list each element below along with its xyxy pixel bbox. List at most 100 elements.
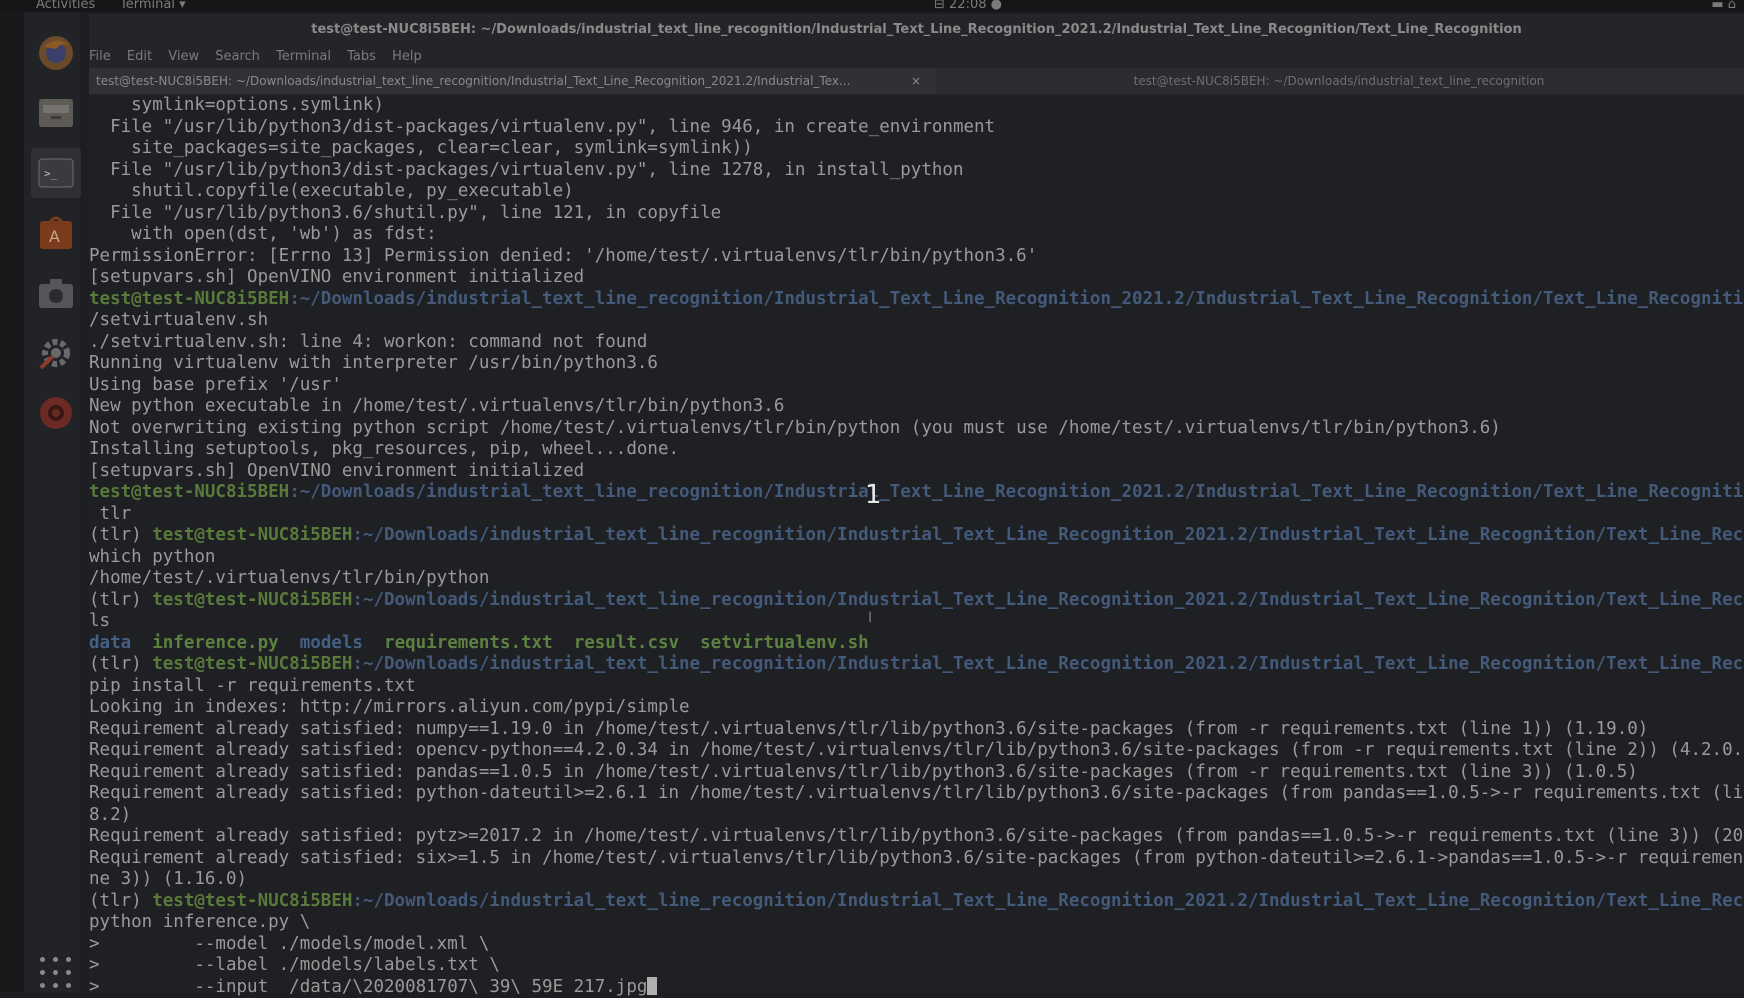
output-line: Requirement already satisfied: pandas==1… <box>89 761 1638 782</box>
terminal-icon[interactable]: >_ <box>31 148 81 198</box>
output-line: ./setvirtualenv.sh: line 4: workon: comm… <box>89 331 648 352</box>
venv-indicator: (tlr) <box>89 890 153 911</box>
output-line: Requirement already satisfied: pytz>=201… <box>89 826 1744 846</box>
prompt-path: :~/Downloads/industrial_text_line_recogn… <box>352 890 1744 911</box>
prompt-path: :~/Downloads/industrial_text_line_recogn… <box>352 654 1744 674</box>
output-line: Requirement already satisfied: opencv-py… <box>89 740 1744 760</box>
dir-entry: models <box>299 632 363 653</box>
venv-indicator: (tlr) <box>89 654 153 674</box>
output-line: ne 3)) (1.16.0) <box>89 869 248 889</box>
menu-search[interactable]: Search <box>215 46 260 68</box>
camera-icon[interactable] <box>31 268 81 318</box>
output-line: Looking in indexes: http://mirrors.aliyu… <box>89 697 690 717</box>
output-line: Requirement already satisfied: python-da… <box>89 783 1744 803</box>
output-line: 8.2) <box>89 804 132 825</box>
prompt-line: (tlr) test@test-NUC8i5BEH:~/Downloads/in… <box>89 590 1744 611</box>
software-store-icon[interactable]: A <box>31 208 81 258</box>
dock: >_ A <box>0 12 81 992</box>
output-line: PermissionError: [Errno 13] Permission d… <box>89 245 1038 266</box>
output-line: site_packages=site_packages, clear=clear… <box>89 138 753 158</box>
app-grid-icon[interactable] <box>40 957 74 991</box>
output-line: File "/usr/lib/python3.6/shutil.py", lin… <box>89 202 722 223</box>
file-entry: requirements.txt <box>384 632 553 653</box>
help-icon[interactable] <box>31 388 81 438</box>
tab-inactive[interactable]: test@test-NUC8i5BEH: ~/Downloads/industr… <box>934 68 1744 94</box>
command-line: tlr <box>89 503 132 524</box>
output-line: shutil.copyfile(executable, py_executabl… <box>89 181 574 201</box>
terminal-output[interactable]: symlink=options.symlink) File "/usr/lib/… <box>89 95 1744 997</box>
menu-tabs[interactable]: Tabs <box>347 46 376 68</box>
command-line: ls <box>89 611 111 631</box>
menu-edit[interactable]: Edit <box>127 46 152 68</box>
prompt-path: :~/Downloads/industrial_text_line_recogn… <box>352 589 1744 610</box>
prompt-user: test@test-NUC8i5BEH <box>152 589 353 610</box>
output-line: File "/usr/lib/python3/dist-packages/vir… <box>89 116 996 137</box>
ls-output: data inference.py models requirements.tx… <box>89 633 869 654</box>
window-title: test@test-NUC8i5BEH: ~/Downloads/industr… <box>311 22 1522 37</box>
file-entry: setvirtualenv.sh <box>700 632 869 653</box>
command-line: /setvirtualenv.sh <box>89 310 269 330</box>
dock-edge <box>0 12 24 992</box>
menu-terminal[interactable]: Terminal <box>276 46 331 68</box>
prompt-path: :~/Downloads/industrial_text_line_recogn… <box>289 288 1744 309</box>
file-entry: inference.py <box>152 632 279 653</box>
venv-indicator: (tlr) <box>89 525 153 545</box>
svg-text:>_: >_ <box>44 167 58 180</box>
close-tab-icon[interactable]: × <box>911 68 921 94</box>
clock[interactable]: ⊟ 22:08 ● <box>934 0 1002 12</box>
prompt-path: :~/Downloads/industrial_text_line_recogn… <box>289 482 1744 502</box>
output-line: Installing setuptools, pkg_resources, pi… <box>89 439 680 459</box>
dir-entry: data <box>89 632 132 653</box>
tab-bar: test@test-NUC8i5BEH: ~/Downloads/industr… <box>89 68 1744 94</box>
tab-active[interactable]: test@test-NUC8i5BEH: ~/Downloads/industr… <box>89 68 936 94</box>
output-line: File "/usr/lib/python3/dist-packages/vir… <box>89 159 964 180</box>
menu-file[interactable]: File <box>89 46 111 68</box>
command-line-current[interactable]: > --input /data/\2020081707\ 39\ 59E 217… <box>89 976 658 998</box>
files-icon[interactable] <box>31 88 81 138</box>
venv-indicator: (tlr) <box>89 589 153 610</box>
prompt-line: (tlr) test@test-NUC8i5BEH:~/Downloads/in… <box>89 654 1744 675</box>
output-line: [setupvars.sh] OpenVINO environment init… <box>89 267 585 287</box>
mouse-cursor-icon: I <box>868 610 873 626</box>
output-line: Not overwriting existing python script /… <box>89 417 1501 438</box>
prompt-user: test@test-NUC8i5BEH <box>152 890 353 911</box>
prompt-user: test@test-NUC8i5BEH <box>152 654 353 674</box>
current-input: > --input /data/\2020081707\ 39\ 59E 217… <box>89 976 648 997</box>
command-line: > --label ./models/labels.txt \ <box>89 955 500 975</box>
output-line: with open(dst, 'wb') as fdst: <box>89 224 437 244</box>
command-line: > --model ./models/model.xml \ <box>89 933 490 954</box>
app-menu[interactable]: Terminal ▾ <box>120 0 186 12</box>
prompt-line: (tlr) test@test-NUC8i5BEH:~/Downloads/in… <box>89 891 1744 912</box>
file-entry: result.csv <box>573 632 680 653</box>
menu-help[interactable]: Help <box>392 46 422 68</box>
output-line: Requirement already satisfied: six>=1.5 … <box>89 847 1744 868</box>
overlay-number: 1 <box>865 480 882 510</box>
prompt-user: test@test-NUC8i5BEH <box>152 525 353 545</box>
output-line: Running virtualenv with interpreter /usr… <box>89 353 658 373</box>
command-line: python inference.py \ <box>89 912 311 932</box>
settings-icon[interactable] <box>31 328 81 378</box>
prompt-user: test@test-NUC8i5BEH <box>89 288 290 309</box>
output-line: symlink=options.symlink) <box>89 95 385 115</box>
output-line: Using base prefix '/usr' <box>89 374 342 395</box>
terminal-window: test@test-NUC8i5BEH: ~/Downloads/industr… <box>89 14 1744 997</box>
prompt-line: test@test-NUC8i5BEH:~/Downloads/industri… <box>89 482 1744 503</box>
svg-text:A: A <box>49 227 60 246</box>
output-line: Requirement already satisfied: numpy==1.… <box>89 718 1649 739</box>
menu-view[interactable]: View <box>168 46 199 68</box>
output-line: New python executable in /home/test/.vir… <box>89 396 785 416</box>
activities-button[interactable]: Activities <box>36 0 95 12</box>
firefox-icon[interactable] <box>31 28 81 78</box>
tab-active-label: test@test-NUC8i5BEH: ~/Downloads/industr… <box>96 74 851 88</box>
output-line: [setupvars.sh] OpenVINO environment init… <box>89 460 585 481</box>
menu-bar: File Edit View Search Terminal Tabs Help <box>89 46 1744 68</box>
prompt-user: test@test-NUC8i5BEH <box>89 482 290 502</box>
command-line: pip install -r requirements.txt <box>89 675 416 696</box>
output-line: /home/test/.virtualenvs/tlr/bin/python <box>89 568 490 588</box>
command-line: which python <box>89 546 216 567</box>
system-tray[interactable]: ▬ ⌂ <box>1711 0 1736 12</box>
prompt-line: test@test-NUC8i5BEH:~/Downloads/industri… <box>89 289 1744 310</box>
top-bar: Activities Terminal ▾ ⊟ 22:08 ● ▬ ⌂ <box>0 0 1744 12</box>
prompt-line: (tlr) test@test-NUC8i5BEH:~/Downloads/in… <box>89 525 1744 546</box>
tab-inactive-label: test@test-NUC8i5BEH: ~/Downloads/industr… <box>1133 74 1545 88</box>
